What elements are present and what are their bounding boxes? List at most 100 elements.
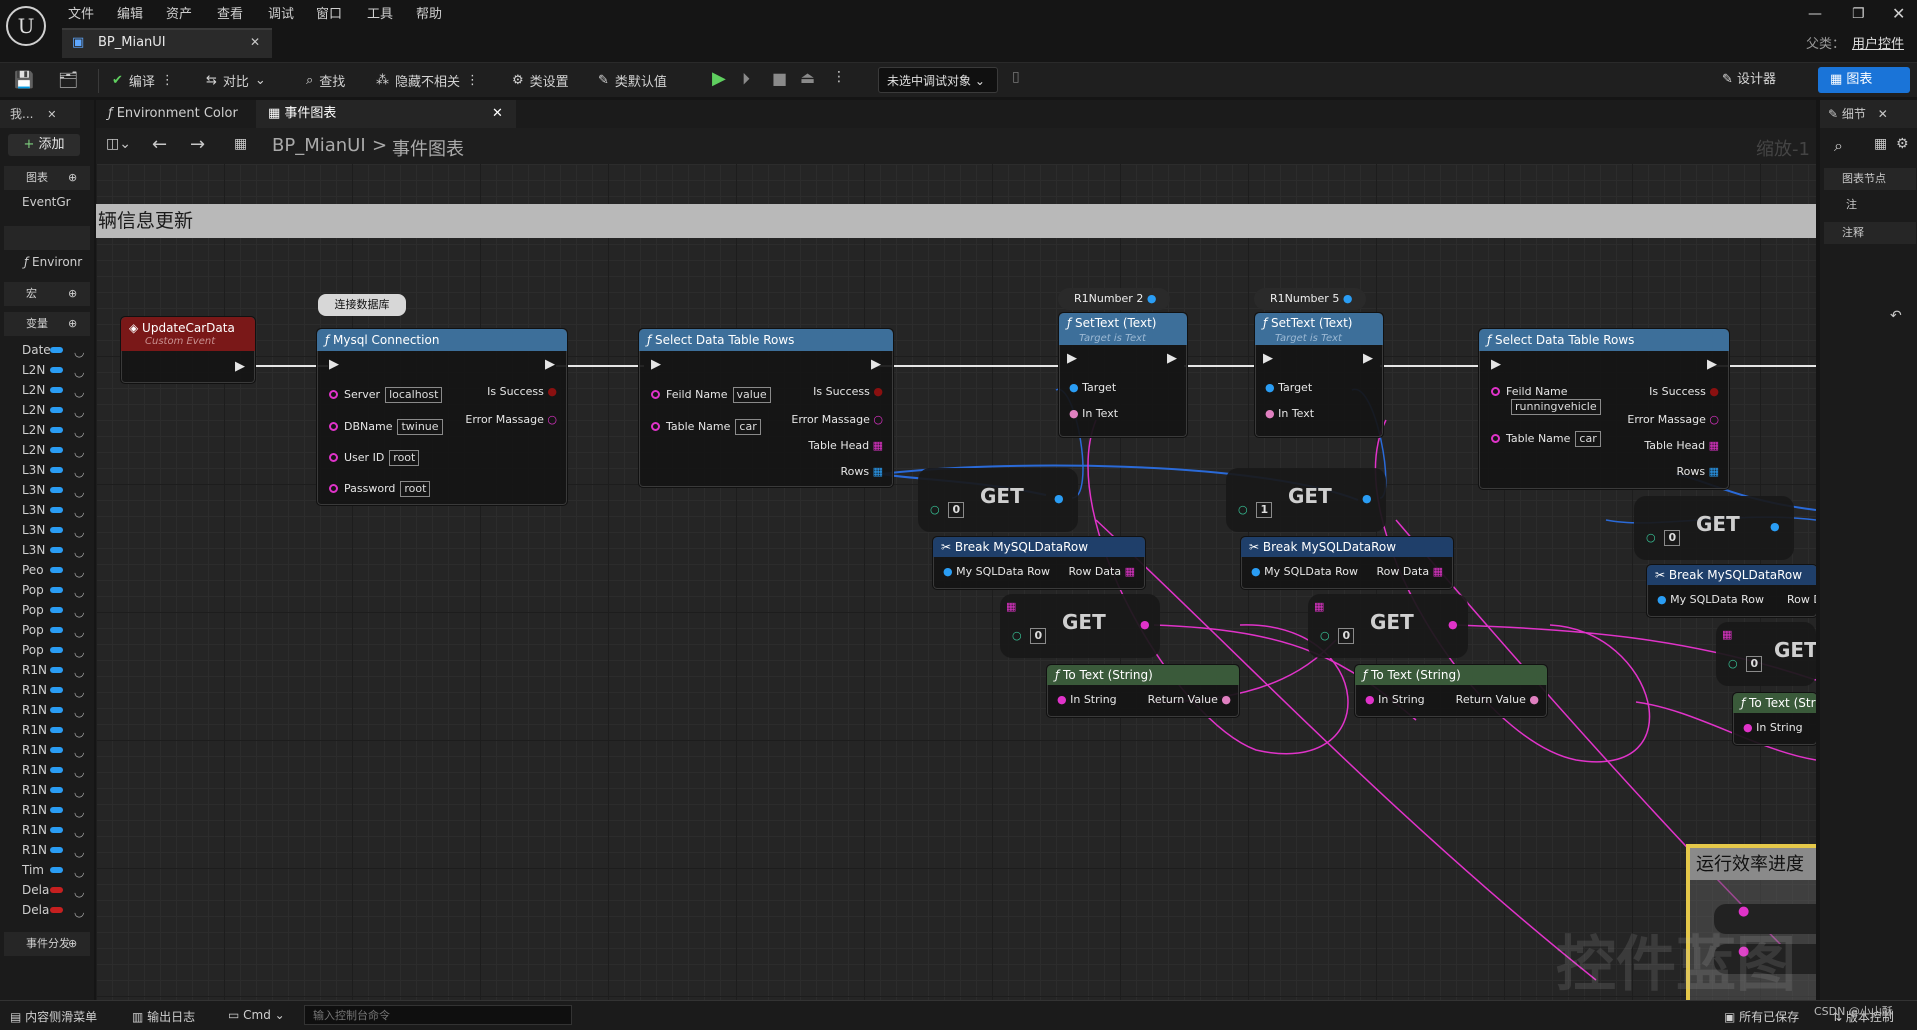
graph-node-section[interactable]: 图表节点 — [1824, 168, 1916, 190]
get-string-node-2[interactable]: ▦ GET ○ 0 ● — [1308, 594, 1468, 658]
browse-icon[interactable]: 🗂 — [58, 70, 78, 89]
error-massage-pin[interactable]: Error Massage ○ — [1627, 413, 1719, 426]
password-pin[interactable]: Password root — [329, 481, 431, 497]
in-string-pin[interactable]: ● In String — [1365, 693, 1425, 706]
index-pin[interactable]: ○ 0 — [930, 502, 965, 518]
array-pin-icon[interactable]: ▦ — [1722, 628, 1732, 641]
visibility-eye-icon[interactable]: ◡ — [74, 622, 84, 642]
is-success-pin[interactable]: Is Success ● — [1649, 385, 1719, 398]
restore-icon[interactable]: ❐ — [1852, 6, 1865, 22]
minimize-icon[interactable]: — — [1808, 6, 1822, 22]
return-value-pin[interactable]: Return Value ● — [1148, 693, 1231, 706]
visibility-eye-icon[interactable]: ◡ — [74, 362, 84, 382]
variable-item[interactable]: R1N ◡ — [22, 700, 92, 720]
error-massage-pin[interactable]: Error Massage ○ — [791, 413, 883, 426]
target-pin[interactable]: ● Target — [1069, 381, 1116, 394]
rows-pin[interactable]: Rows ▦ — [1676, 465, 1719, 478]
visibility-eye-icon[interactable]: ◡ — [74, 662, 84, 682]
index-value[interactable]: 0 — [948, 502, 965, 518]
visibility-eye-icon[interactable]: ◡ — [74, 702, 84, 722]
visibility-eye-icon[interactable]: ◡ — [74, 582, 84, 602]
content-drawer-button[interactable]: ▤ 内容侧滑菜单 — [10, 1008, 97, 1025]
exec-in-pin[interactable]: ▶ — [651, 357, 661, 372]
break-mysql-data-row-node-2[interactable]: ✂ Break MySQLDataRow ● My SQLData Row Ro… — [1240, 536, 1454, 590]
visibility-eye-icon[interactable]: ◡ — [74, 522, 84, 542]
r1number2-variable-node[interactable]: R1Number 2 ● — [1058, 288, 1170, 310]
visibility-eye-icon[interactable]: ◡ — [74, 822, 84, 842]
variable-item[interactable]: R1N ◡ — [22, 800, 92, 820]
get-array-node-3[interactable]: GET ○ 0 ● — [1634, 496, 1794, 560]
details-tab[interactable]: ✎ 细节 ✕ — [1820, 100, 1917, 128]
exec-in-pin[interactable]: ▶ — [1263, 351, 1273, 366]
variable-item[interactable]: L3N ◡ — [22, 540, 92, 560]
step-icon[interactable]: ⏵ — [742, 69, 750, 89]
visibility-eye-icon[interactable]: ◡ — [74, 562, 84, 582]
row-data-pin[interactable]: Row Data ▦ — [1376, 565, 1443, 578]
break-mysql-data-row-node-3[interactable]: ✂ Break MySQLDataRow ● My SQLData Row Ro… — [1646, 564, 1816, 618]
return-value-pin[interactable]: Return Value ● — [1456, 693, 1539, 706]
category-dispatchers[interactable]: 事件分发 ⊕ — [4, 932, 90, 956]
exec-in-pin[interactable]: ▶ — [1491, 357, 1501, 372]
visibility-eye-icon[interactable]: ◡ — [74, 742, 84, 762]
exec-out-pin[interactable]: ▶ — [1363, 351, 1373, 366]
variable-item[interactable]: R1N ◡ — [22, 820, 92, 840]
index-value[interactable]: 0 — [1746, 656, 1763, 672]
to-text-string-node-1[interactable]: ƒ To Text (String) ● In String Return Va… — [1046, 664, 1240, 718]
visibility-eye-icon[interactable]: ◡ — [74, 442, 84, 462]
all-saved-status[interactable]: ▣ 所有已保存 — [1724, 1008, 1799, 1025]
variable-item[interactable]: R1N ◡ — [22, 780, 92, 800]
to-text-string-node-3[interactable]: ƒ To Text (Str ● In String — [1732, 692, 1816, 746]
row-data-pin[interactable]: Row D — [1787, 593, 1816, 606]
visibility-eye-icon[interactable]: ◡ — [74, 882, 84, 902]
category-functions[interactable] — [4, 226, 90, 250]
select-data-table-rows-node-1[interactable]: ƒ Select Data Table Rows ▶ ▶ Feild Name v… — [638, 328, 894, 488]
graph-mode-button[interactable]: ▦ 图表 — [1818, 67, 1910, 93]
variable-item[interactable]: L3N ◡ — [22, 480, 92, 500]
variable-item[interactable]: L3N ◡ — [22, 460, 92, 480]
category-graphs[interactable]: 图表 ⊕ — [4, 166, 90, 190]
variable-item[interactable]: L2N ◡ — [22, 380, 92, 400]
add-circle-icon[interactable]: ⊕ — [68, 166, 77, 190]
break-mysql-data-row-node-1[interactable]: ✂ Break MySQLDataRow ● My SQLData Row Ro… — [932, 536, 1146, 590]
visibility-eye-icon[interactable]: ◡ — [74, 482, 84, 502]
variable-item[interactable]: Pop ◡ — [22, 640, 92, 660]
document-tab[interactable]: ▣ BP_MianUI ✕ — [62, 28, 272, 58]
comments-section[interactable]: 注释 — [1824, 222, 1916, 244]
set-text-node-1[interactable]: ƒ SetText (Text) Target is Text ▶ ▶ ● Tar… — [1058, 312, 1188, 438]
in-text-pin[interactable]: ● In Text — [1069, 407, 1118, 420]
variable-item[interactable]: R1N ◡ — [22, 660, 92, 680]
variable-item[interactable]: Date ◡ — [22, 340, 92, 360]
userid-pin[interactable]: User ID root — [329, 450, 420, 466]
menu-tools[interactable]: 工具 — [367, 3, 393, 22]
visibility-eye-icon[interactable]: ◡ — [74, 422, 84, 442]
exec-in-pin[interactable]: ▶ — [1067, 351, 1077, 366]
visibility-eye-icon[interactable]: ◡ — [74, 542, 84, 562]
index-pin[interactable]: ○ 0 — [1728, 656, 1763, 672]
exec-in-pin[interactable]: ▶ — [329, 357, 339, 372]
in-string-pin[interactable]: ● In String — [1743, 721, 1803, 734]
get-array-node-2[interactable]: GET ○ 1 ● — [1226, 468, 1386, 532]
reset-arrow-icon[interactable]: ↶ — [1890, 308, 1902, 324]
visibility-eye-icon[interactable]: ◡ — [74, 862, 84, 882]
menu-edit[interactable]: 编辑 — [117, 3, 143, 22]
cmd-dropdown[interactable]: ▭ Cmd ⌄ — [228, 1008, 285, 1022]
variable-item[interactable]: Tim ◡ — [22, 860, 92, 880]
visibility-eye-icon[interactable]: ◡ — [74, 902, 84, 922]
get-array-node-1[interactable]: GET ○ 0 ● — [918, 468, 1078, 532]
visibility-eye-icon[interactable]: ◡ — [74, 462, 84, 482]
category-variables[interactable]: 变量 ⊕ — [4, 312, 90, 336]
visibility-eye-icon[interactable]: ◡ — [74, 602, 84, 622]
event-graph-item[interactable]: EventGr — [22, 192, 94, 212]
close-tab-icon[interactable]: ✕ — [250, 35, 260, 49]
event-graph-canvas[interactable]: ƒ Environment Color ▦ 事件图表 ✕ ◫⌄ ← → ▦ BP_… — [96, 100, 1816, 1000]
rows-pin[interactable]: Rows ▦ — [840, 465, 883, 478]
variable-item[interactable]: L2N ◡ — [22, 360, 92, 380]
debug-browse-icon[interactable]: ▯ — [1012, 69, 1020, 85]
my-sqldata-row-pin[interactable]: ● My SQLData Row — [1251, 565, 1358, 578]
index-value[interactable]: 0 — [1030, 628, 1047, 644]
function-item[interactable]: ƒ Environr — [24, 252, 94, 272]
index-pin[interactable]: ○ 1 — [1238, 502, 1273, 518]
visibility-eye-icon[interactable]: ◡ — [74, 762, 84, 782]
gear-icon[interactable]: ⚙ — [1896, 136, 1909, 152]
select-data-table-rows-node-2[interactable]: ƒ Select Data Table Rows ▶ ▶ Feild Name r… — [1478, 328, 1730, 490]
